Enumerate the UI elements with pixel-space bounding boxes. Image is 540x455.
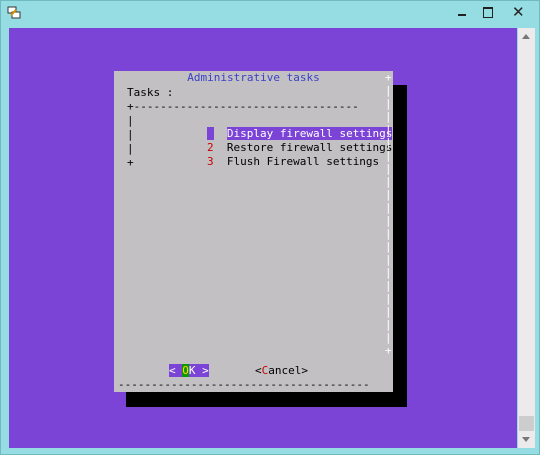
chevron-down-icon [522, 437, 530, 442]
menu-pipe: | [127, 128, 134, 141]
scroll-thumb[interactable] [519, 416, 534, 432]
close-button[interactable]: ✕ [501, 3, 535, 21]
menu-top-rule: +---------------------------------- [127, 100, 359, 113]
scroll-up-button[interactable] [518, 28, 535, 45]
cancel-rest: ancel> [268, 364, 308, 377]
cancel-button[interactable]: <Cancel> [255, 364, 308, 377]
menu-item-number: 3 [206, 155, 214, 168]
minimize-icon [458, 14, 466, 16]
maximize-icon [483, 7, 493, 18]
terminal-window: ✕ Administrative tasks Tasks : +--------… [0, 0, 540, 455]
dialog-bottom-rule: -------------------------------------- [118, 378, 370, 391]
putty-icon[interactable] [7, 6, 21, 20]
menu-item-label: Flush Firewall settings [226, 155, 380, 168]
ok-left-bracket: < [169, 364, 183, 377]
ok-button[interactable]: < OK > [169, 364, 209, 377]
ok-right-bracket: > [195, 364, 209, 377]
menu-item-3[interactable]: 3 Flush Firewall settings [154, 142, 379, 181]
close-icon: ✕ [512, 3, 525, 21]
vertical-scrollbar[interactable] [518, 28, 535, 448]
scroll-down-button[interactable] [518, 431, 535, 448]
chevron-up-icon [522, 34, 530, 39]
minimize-button[interactable] [449, 3, 475, 21]
title-bar[interactable]: ✕ [1, 1, 540, 25]
tasks-label: Tasks : [127, 86, 174, 99]
cancel-left: < [255, 364, 262, 377]
maximize-button[interactable] [475, 3, 501, 21]
menu-pipe: | [127, 142, 134, 155]
dialog-right-border: + | | | | | | | | | | | | | | | | | | | … [385, 71, 392, 357]
menu-pipe: | [127, 114, 134, 127]
admin-tasks-dialog: Administrative tasks Tasks : +----------… [114, 71, 393, 392]
ok-hotkey: O [182, 364, 189, 377]
dialog-title: Administrative tasks [187, 71, 320, 84]
terminal-screen[interactable]: Administrative tasks Tasks : +----------… [9, 28, 517, 448]
ok-rest: K [188, 364, 196, 377]
menu-bottom-corner: + [127, 156, 134, 169]
